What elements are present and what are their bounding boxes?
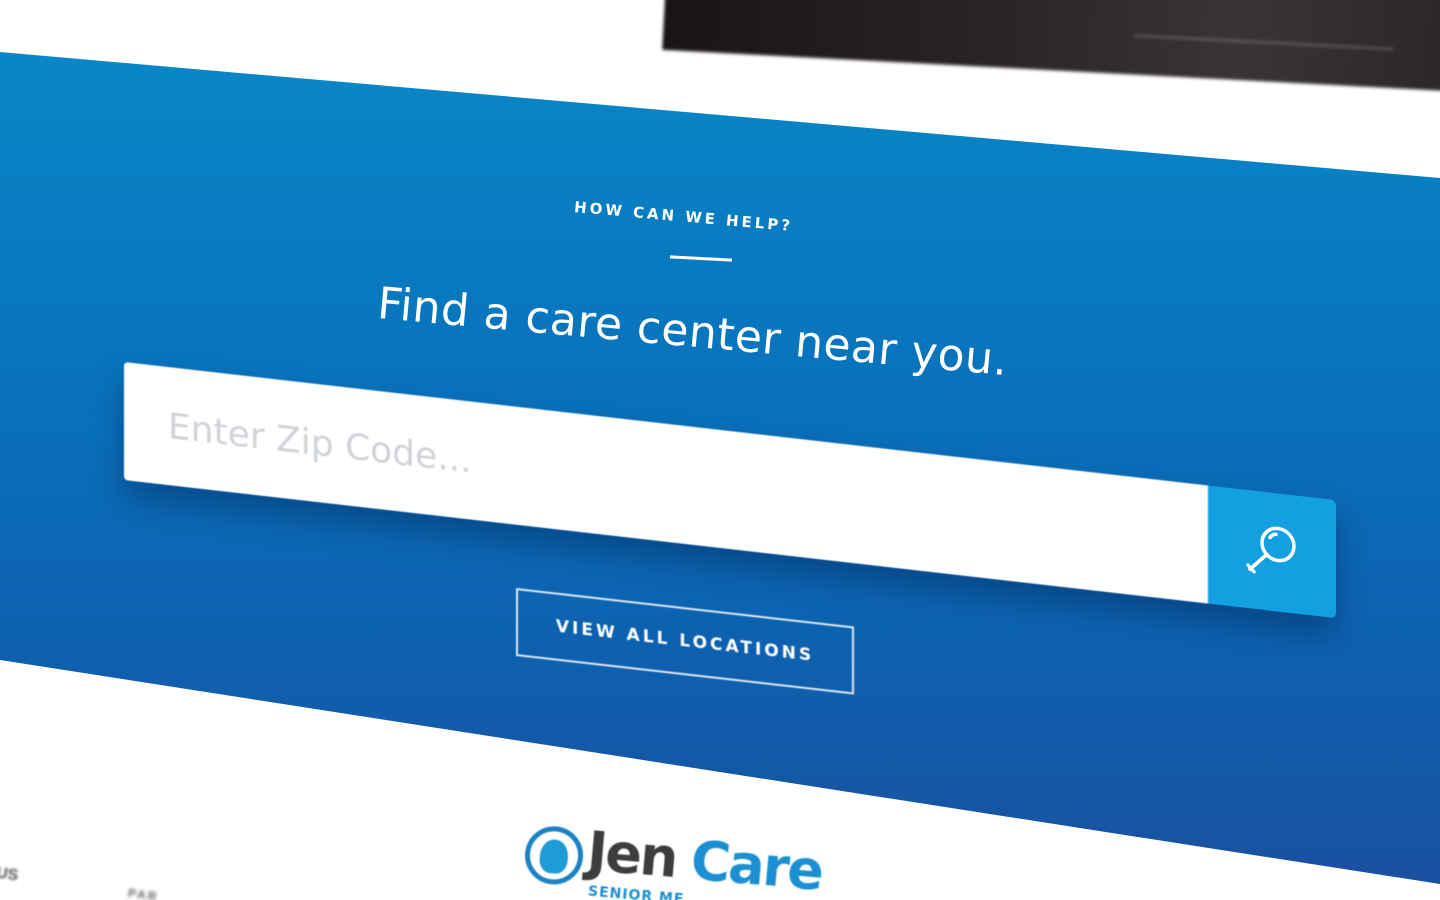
logo-mark-icon xyxy=(522,823,586,887)
logo-brand-first: Jen xyxy=(584,819,680,890)
section-headline: Find a care center near you. xyxy=(375,278,1011,387)
care-finder-content: HOW CAN WE HELP? Find a care center near… xyxy=(0,0,1440,900)
eyebrow-divider xyxy=(669,255,733,262)
footer-link[interactable]: US xyxy=(0,865,19,886)
zip-code-input[interactable] xyxy=(124,362,1208,604)
page: HOW CAN WE HELP? Find a care center near… xyxy=(0,0,1440,900)
section-eyebrow: HOW CAN WE HELP? xyxy=(573,198,794,236)
zip-search-form xyxy=(124,362,1336,619)
logo-brand-second: Care xyxy=(688,828,825,900)
search-button[interactable] xyxy=(1208,485,1336,619)
view-all-locations-button[interactable]: VIEW ALL LOCATIONS xyxy=(516,588,854,695)
search-icon xyxy=(1240,516,1304,587)
